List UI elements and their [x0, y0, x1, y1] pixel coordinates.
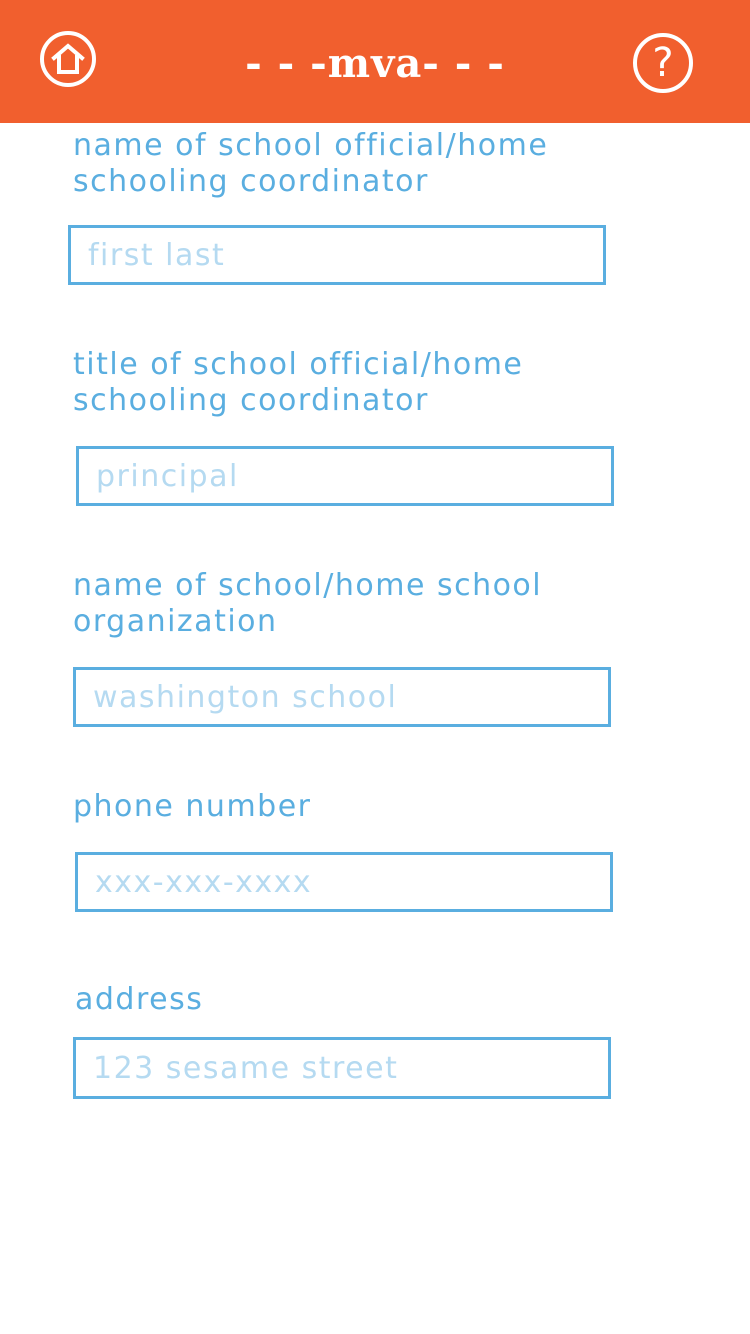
official-title-input[interactable]	[76, 446, 614, 506]
phone-label: phone number	[73, 789, 312, 824]
official-name-label: name of school official/home schooling c…	[73, 128, 549, 199]
official-name-input[interactable]	[68, 225, 606, 285]
app-header: - - -mva- - - ?	[0, 0, 750, 123]
address-label: address	[75, 982, 204, 1017]
phone-input[interactable]	[75, 852, 613, 912]
help-icon: ?	[652, 40, 674, 86]
organization-name-label: name of school/home school organization	[73, 568, 543, 639]
help-button[interactable]: ?	[633, 33, 693, 93]
address-input[interactable]	[73, 1037, 611, 1099]
organization-name-input[interactable]	[73, 667, 611, 727]
official-title-label: title of school official/home schooling …	[73, 347, 524, 418]
